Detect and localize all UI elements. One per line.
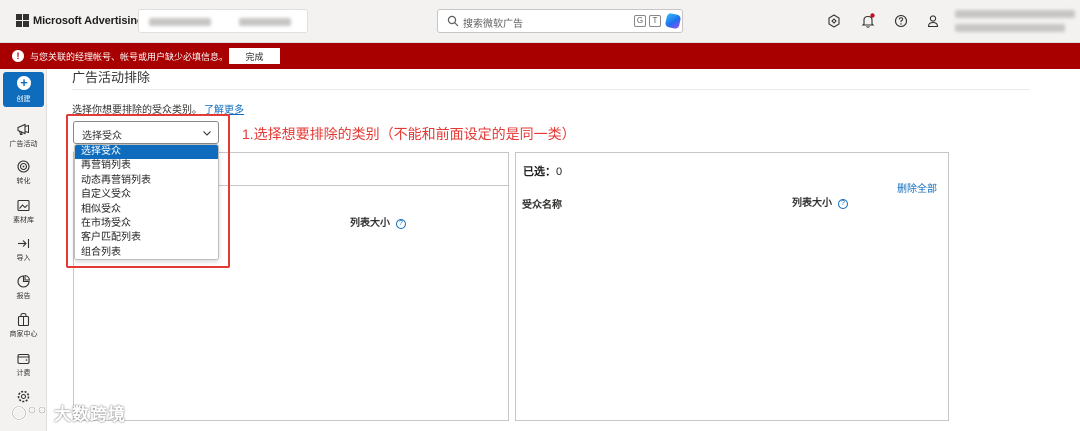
nav-item-import[interactable]: 导入: [0, 234, 47, 270]
remove-all-link[interactable]: 删除全部: [897, 180, 937, 195]
selected-count: 已选：0: [523, 163, 562, 179]
wallet-icon: [17, 353, 30, 365]
report-icon: [17, 274, 31, 288]
nav-label: 导入: [16, 255, 31, 262]
banner-complete-button[interactable]: 完成: [229, 48, 280, 64]
info-icon[interactable]: ?: [838, 199, 848, 209]
nav-item-merchant-center[interactable]: 商家中心: [0, 310, 47, 346]
list-size-label: 列表大小: [792, 198, 832, 209]
shortcut-t-key: T: [649, 15, 661, 27]
page-title: 广告活动排除: [72, 70, 151, 85]
selected-count-value: 0: [556, 166, 563, 178]
help-icon[interactable]: [893, 13, 909, 29]
shortcut-g-key: G: [634, 15, 646, 27]
top-bar: Microsoft Advertising 搜索微软广告 G T: [0, 0, 1080, 43]
notification-bell-icon[interactable]: [860, 13, 876, 29]
asset-library-icon: [17, 199, 30, 212]
microsoft-logo-icon: [16, 14, 29, 27]
nav-item-billing[interactable]: 计费: [0, 349, 47, 385]
missing-info-banner: ! 与您关联的经理帐号、帐号或用户缺少必填信息。 完成: [0, 43, 1080, 69]
list-size-column-header: 列表大小?: [350, 214, 406, 229]
plus-icon: +: [17, 76, 31, 90]
create-label: 创建: [16, 96, 31, 103]
store-icon: [17, 312, 30, 327]
nav-item-asset-library[interactable]: 素材库: [0, 196, 47, 232]
search-box[interactable]: 搜索微软广告 G T: [437, 9, 683, 33]
banner-message: 与您关联的经理帐号、帐号或用户缺少必填信息。: [30, 52, 229, 62]
title-divider: [72, 89, 1030, 90]
nav-label: 计费: [16, 370, 31, 377]
watermark-logo-icon: [11, 404, 46, 421]
nav-label: 素材库: [13, 217, 34, 224]
account-selector[interactable]: [138, 9, 308, 33]
redacted-account-name: [149, 18, 211, 26]
app-title: Microsoft Advertising: [33, 14, 144, 27]
search-icon: [447, 15, 459, 27]
list-size-column-header: 列表大小?: [792, 194, 848, 209]
megaphone-icon: [17, 123, 29, 135]
target-icon: [17, 160, 30, 173]
copilot-icon[interactable]: [664, 12, 682, 30]
nav-item-campaigns[interactable]: 广告活动: [0, 120, 47, 156]
alert-icon: !: [12, 50, 24, 62]
search-input[interactable]: 搜索微软广告: [463, 15, 523, 30]
nav-item-reports[interactable]: 报告: [0, 272, 47, 308]
import-icon: [18, 239, 30, 248]
nav-label: 转化: [16, 178, 31, 185]
nav-label: 报告: [16, 293, 31, 300]
watermark: 大数跨境: [10, 400, 126, 425]
selected-label: 已选：: [523, 166, 556, 178]
app-logo[interactable]: Microsoft Advertising: [16, 14, 144, 27]
watermark-text: 大数跨境: [54, 405, 126, 424]
annotation-highlight-box: [66, 114, 230, 268]
nav-label: 广告活动: [9, 141, 38, 148]
nav-label: 商家中心: [9, 331, 38, 338]
nav-item-conversions[interactable]: 转化: [0, 157, 47, 193]
list-size-label: 列表大小: [350, 218, 390, 229]
annotation-text: 1.选择想要排除的类别（不能和前面设定的是同一类）: [242, 126, 576, 142]
user-profile-icon[interactable]: [925, 13, 941, 29]
left-nav: + 创建 广告活动 转化 素材库 导入 报告 商家中心 计费: [0, 69, 47, 431]
feedback-icon[interactable]: [826, 13, 842, 29]
audience-name-column-header: 受众名称: [522, 200, 562, 211]
create-button[interactable]: + 创建: [3, 72, 44, 107]
selected-audiences-panel: 已选：0 删除全部 受众名称 列表大小?: [515, 152, 949, 421]
redacted-account-id: [239, 18, 291, 26]
info-icon[interactable]: ?: [396, 219, 406, 229]
